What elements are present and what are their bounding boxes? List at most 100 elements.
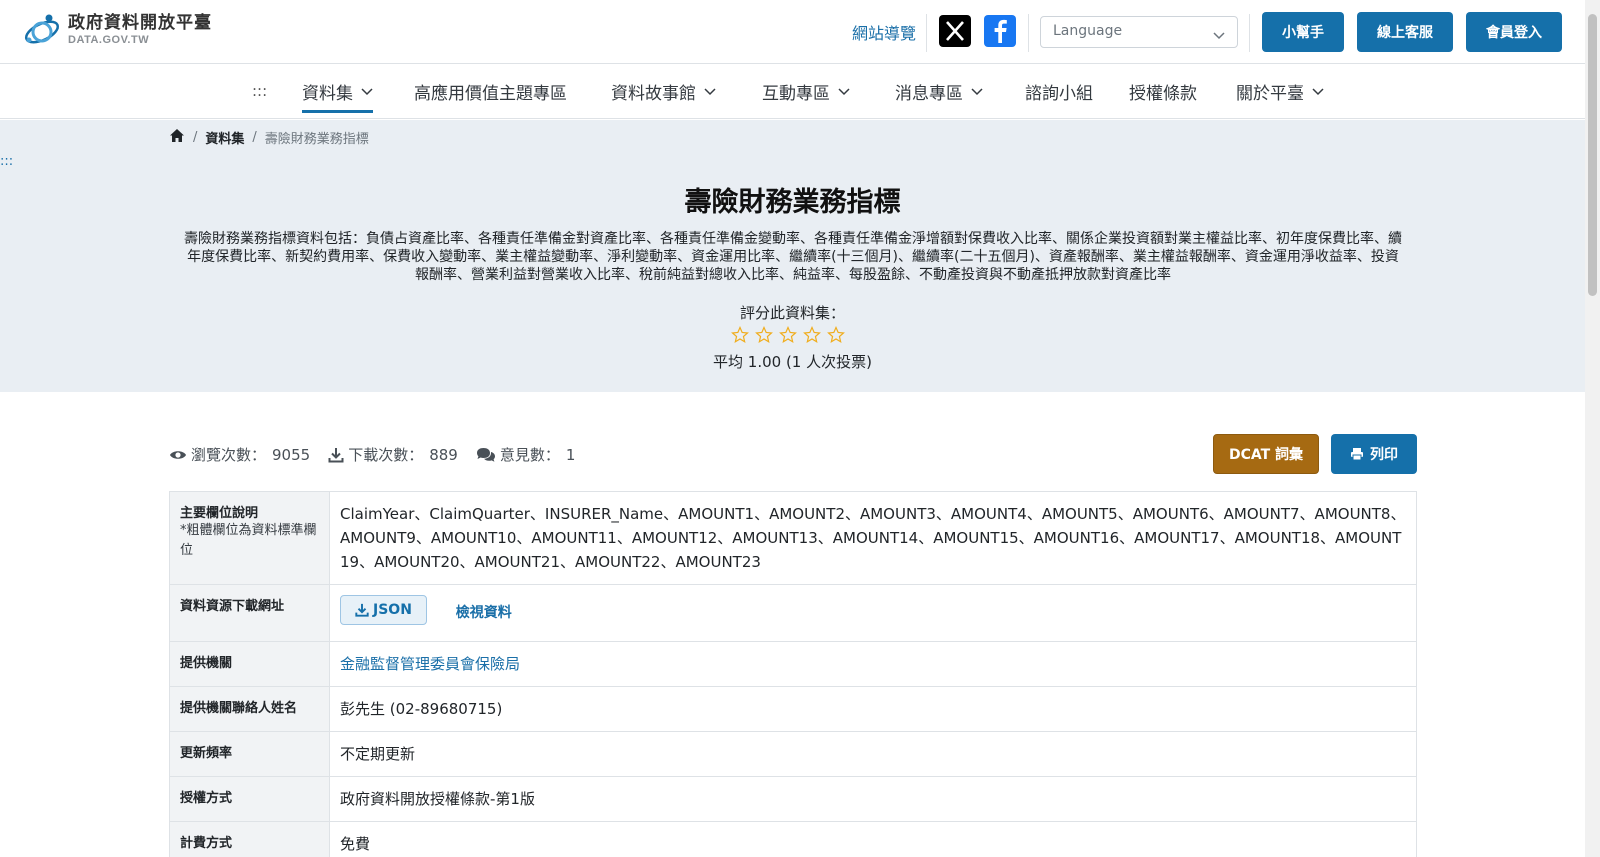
download-icon [328,447,344,462]
comments-label: 意見數： [499,446,560,464]
nav-label: 資料集 [302,84,353,104]
fields-value: ClaimYear、ClaimQuarter、INSURER_Name、AMOU… [329,491,1417,585]
home-icon[interactable] [169,128,185,147]
rating-stars [731,326,845,344]
star-icon[interactable] [755,326,773,344]
views-label: 瀏覽次數： [191,446,267,464]
chevron-down-icon [1213,28,1225,44]
dataset-description: 壽險財務業務指標資料包括：負債占資產比率、各種責任準備金對資產比率、各種責任準備… [184,231,1402,283]
comments-stat: 意見數： 1 [476,444,576,465]
nav-label: 互動專區 [762,84,830,104]
downloads-count: 889 [429,445,458,464]
table-row: 授權方式 政府資料開放授權條款-第1版 [169,776,1417,822]
table-row: 計費方式 免費 [169,821,1417,857]
page-scrollbar[interactable] [1585,0,1600,857]
rating-label: 評分此資料集： [739,304,845,322]
table-row: 主要欄位說明 *粗體欄位為資料標準欄位 ClaimYear、ClaimQuart… [169,491,1417,585]
dcat-vocabulary-button[interactable]: DCAT 詞彙 [1213,434,1319,474]
top-header: 政府資料開放平臺 DATA.GOV.TW 網站導覽 Language 小幫手 線… [0,0,1585,64]
dataset-stats: 瀏覽次數： 9055 下載次數： 889 意見數： 1 [169,444,593,465]
table-row: 提供機關聯絡人姓名 彭先生 (02-89680715) [169,686,1417,732]
contact-value: 彭先生 (02-89680715) [329,686,1417,732]
nav-item-datasets[interactable]: 資料集 [302,64,373,119]
views-stat: 瀏覽次數： 9055 [169,444,310,465]
comments-icon [476,447,495,462]
x-twitter-icon[interactable] [939,15,971,47]
language-select-value: Language [1053,23,1123,39]
breadcrumb: / 資料集 / 壽險財務業務指標 [169,128,369,147]
star-icon[interactable] [803,326,821,344]
breadcrumb-separator: / [193,130,198,145]
site-logo[interactable]: 政府資料開放平臺 DATA.GOV.TW [22,10,212,50]
nav-accesskey[interactable]: ::: [252,82,267,100]
nav-item-about[interactable]: 關於平臺 [1236,64,1324,119]
breadcrumb-separator: / [252,130,257,145]
nav-label: 資料故事館 [611,84,696,104]
nav-item-high-value[interactable]: 高應用價值主題專區 [414,64,567,119]
facebook-icon[interactable] [984,15,1016,47]
main-nav: ::: 資料集 高應用價值主題專區 資料故事館 互動專區 消息專區 諮詢小組 授… [0,64,1585,119]
member-login-button[interactable]: 會員登入 [1466,12,1562,52]
chevron-down-icon [361,87,373,95]
nav-label: 授權條款 [1129,84,1197,104]
chevron-down-icon [971,87,983,95]
breadcrumb-datasets[interactable]: 資料集 [205,128,244,147]
table-row: 更新頻率 不定期更新 [169,731,1417,777]
contact-key: 提供機關聯絡人姓名 [169,686,330,732]
divider [926,14,927,52]
nav-label: 高應用價值主題專區 [414,84,567,104]
download-icon [355,603,369,617]
logo-title: 政府資料開放平臺 [68,13,212,33]
language-select[interactable]: Language [1040,16,1238,48]
divider [1249,14,1250,52]
fields-note: *粗體欄位為資料標準欄位 [180,523,317,558]
downloads-label: 下載次數： [348,446,424,464]
print-button[interactable]: 列印 [1331,434,1417,474]
chevron-down-icon [838,87,850,95]
chevron-down-icon [704,87,716,95]
nav-item-interactive[interactable]: 互動專區 [762,64,850,119]
star-icon[interactable] [731,326,749,344]
print-label: 列印 [1370,447,1398,463]
content-accesskey[interactable]: ::: [0,154,13,169]
online-service-button[interactable]: 線上客服 [1357,12,1453,52]
frequency-value: 不定期更新 [329,731,1417,777]
nav-label: 關於平臺 [1236,84,1304,104]
nav-item-news[interactable]: 消息專區 [895,64,983,119]
table-row: 提供機關 金融監督管理委員會保險局 [169,641,1417,687]
fee-key: 計費方式 [169,821,330,857]
table-row: 資料資源下載網址 JSON 檢視資料 [169,584,1417,642]
nav-item-stories[interactable]: 資料故事館 [611,64,716,119]
views-count: 9055 [272,445,311,464]
json-label: JSON [373,602,412,618]
comments-count: 1 [565,445,576,464]
help-button[interactable]: 小幫手 [1262,12,1344,52]
org-key: 提供機關 [169,641,330,687]
json-download-button[interactable]: JSON [340,595,427,625]
scrollbar-thumb[interactable] [1588,14,1597,296]
nav-label: 諮詢小組 [1025,84,1093,104]
divider [1028,14,1029,52]
fields-key: 主要欄位說明 [180,506,259,521]
nav-label: 消息專區 [895,84,963,104]
frequency-key: 更新頻率 [169,731,330,777]
star-icon[interactable] [779,326,797,344]
license-key: 授權方式 [169,776,330,822]
rating-average: 平均 1.00 (1 人次投票) [713,353,872,371]
download-key: 資料資源下載網址 [169,584,330,642]
fee-value: 免費 [329,821,1417,857]
sitemap-link[interactable]: 網站導覽 [852,20,916,44]
eye-icon [170,450,186,459]
nav-item-advisory[interactable]: 諮詢小組 [1025,64,1093,119]
nav-item-license[interactable]: 授權條款 [1129,64,1197,119]
org-link[interactable]: 金融監督管理委員會保險局 [340,655,520,673]
view-data-link[interactable]: 檢視資料 [456,605,512,621]
logo-icon [22,10,62,50]
star-icon[interactable] [827,326,845,344]
breadcrumb-current: 壽險財務業務指標 [264,132,369,147]
downloads-stat: 下載次數： 889 [328,444,458,465]
page-title: 壽險財務業務指標 [684,187,901,218]
logo-subtitle: DATA.GOV.TW [68,34,150,46]
printer-icon [1351,448,1363,461]
dataset-metadata-table: 主要欄位說明 *粗體欄位為資料標準欄位 ClaimYear、ClaimQuart… [169,491,1417,857]
